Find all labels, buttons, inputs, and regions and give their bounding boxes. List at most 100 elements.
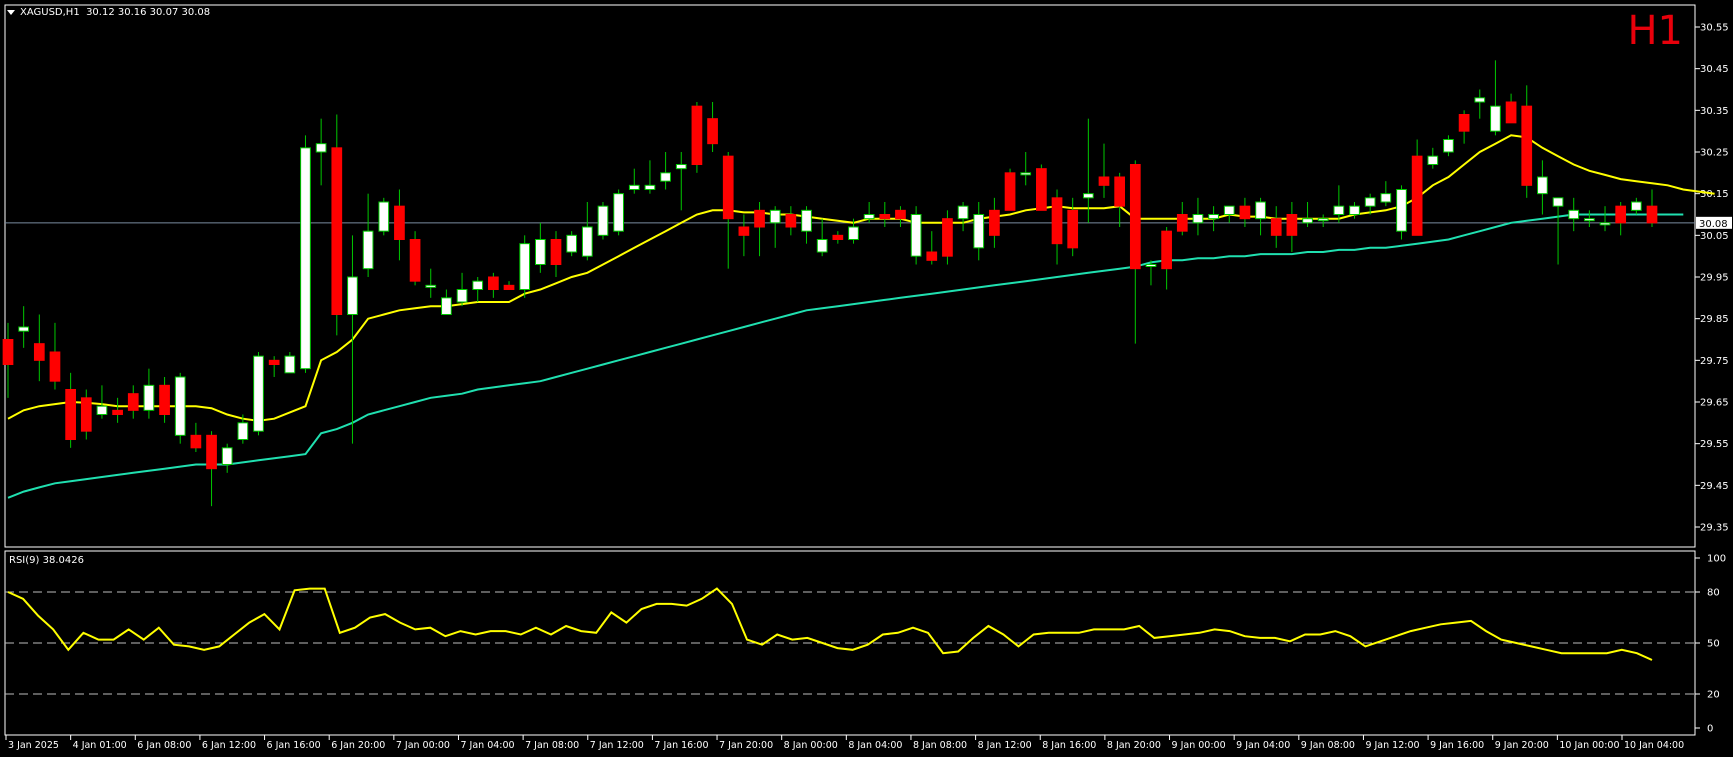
candle [1286, 202, 1298, 252]
candle [112, 397, 123, 423]
price-axis-label: 29.95 [1700, 273, 1729, 284]
candle-body-bull [1020, 172, 1032, 176]
candle-body-bear [409, 239, 421, 282]
price-axis-label: 29.45 [1700, 481, 1729, 492]
candle-body-bull [566, 234, 578, 253]
candle-body-bull [472, 280, 484, 290]
candle [488, 272, 499, 298]
candle-body-bear [1270, 218, 1282, 236]
candle [660, 152, 671, 190]
candle-body-bear [49, 351, 61, 382]
candle-body-bull [973, 214, 985, 249]
candle [1208, 206, 1219, 232]
candle-body-bear [159, 384, 170, 416]
candle [1270, 206, 1282, 248]
candle [1223, 205, 1235, 223]
candle [1317, 214, 1329, 227]
candle-body-bear [1646, 205, 1658, 224]
time-axis-label: 7 Jan 08:00 [525, 740, 579, 751]
candle [1051, 189, 1063, 265]
candle-body-bull [597, 205, 609, 236]
candle-body-bull [18, 326, 30, 332]
candle-body-bear [1176, 214, 1188, 232]
time-axis-label: 8 Jan 00:00 [784, 740, 838, 751]
rsi-axis-label: 80 [1707, 588, 1720, 599]
candle [503, 281, 515, 291]
candle-body-bull [644, 184, 656, 190]
chart-canvas[interactable]: 30.5530.4530.3530.2530.1530.0529.9529.85… [0, 0, 1733, 757]
candle [362, 193, 374, 277]
candle [738, 214, 750, 257]
candle [581, 202, 593, 261]
time-axis-label: 8 Jan 12:00 [978, 740, 1032, 751]
candle [409, 231, 421, 286]
candle-body-bear [1036, 168, 1047, 211]
candle-body-bear [331, 147, 343, 315]
candle [769, 206, 781, 248]
rsi-axis-label: 50 [1707, 639, 1720, 650]
time-axis-label: 7 Jan 20:00 [719, 740, 773, 751]
symbol-dropdown-icon[interactable] [7, 10, 15, 15]
candle-body-bull [581, 226, 593, 257]
candle-body-bull [519, 243, 531, 291]
candle-body-bull [957, 205, 969, 220]
price-axis-label: 29.35 [1700, 523, 1729, 534]
candle-body-bull [1599, 222, 1611, 226]
candle [190, 422, 202, 452]
candle [441, 289, 452, 316]
candle [1098, 143, 1110, 198]
candle-body-bear [1521, 105, 1533, 186]
candle [801, 206, 812, 244]
candle [644, 160, 656, 194]
price-axis-label: 30.55 [1700, 23, 1729, 34]
candle-body-bear [65, 389, 76, 440]
candle [1630, 197, 1642, 215]
chart-window[interactable]: 30.55 30.45 30.35 30.25 30.15 30.05 29.95 29.85… [0, 0, 1733, 757]
candle [566, 231, 578, 257]
candle-body-bull [96, 405, 108, 415]
candle-body-bear [1615, 205, 1627, 224]
candle-body-bull [315, 143, 327, 153]
candle [785, 206, 797, 236]
time-axis-label: 9 Jan 20:00 [1495, 740, 1549, 751]
candle [1552, 197, 1564, 265]
candle [1302, 202, 1313, 227]
candle-body-bull [1349, 205, 1360, 216]
candle [174, 372, 186, 444]
candle [1129, 160, 1141, 344]
candle-body-bear [1458, 114, 1470, 132]
candle [378, 197, 390, 236]
candle-body-bull [347, 276, 358, 315]
candle-body-bull [143, 384, 155, 411]
candle-body-bear [722, 155, 734, 220]
symbol-ohlc-header: XAGUSD,H1 30.12 30.16 30.07 30.08 [20, 7, 210, 18]
candle [394, 189, 405, 261]
candle-body-bull [378, 201, 390, 232]
candle-body-bear [394, 205, 405, 241]
time-axis-label: 8 Jan 04:00 [848, 740, 902, 751]
candle [628, 168, 640, 194]
candle-body-bull [221, 447, 233, 466]
candle-body-bull [675, 164, 687, 170]
time-axis-label: 6 Jan 08:00 [137, 740, 191, 751]
candle [832, 231, 844, 244]
candle [816, 218, 828, 257]
candle-body-bear [1067, 209, 1079, 249]
candle-body-bull [425, 284, 437, 288]
candle [1568, 197, 1580, 232]
candle [895, 206, 906, 227]
price-axis-label: 29.55 [1700, 439, 1729, 450]
candle-body-bull [1552, 197, 1564, 207]
candle-body-bear [488, 276, 499, 290]
candle-body-bull [660, 172, 671, 182]
symbol-label: XAGUSD,H1 [20, 7, 80, 18]
candle-body-bull [1192, 214, 1204, 224]
time-axis-label: 9 Jan 16:00 [1430, 740, 1484, 751]
candle [1458, 110, 1470, 144]
candle [519, 235, 531, 298]
candle-body-bear [1129, 164, 1141, 270]
candle-body-bull [1082, 193, 1094, 199]
rsi-axis-label: 20 [1707, 690, 1720, 701]
time-axis-label: 8 Jan 20:00 [1107, 740, 1161, 751]
candle [1082, 118, 1094, 223]
